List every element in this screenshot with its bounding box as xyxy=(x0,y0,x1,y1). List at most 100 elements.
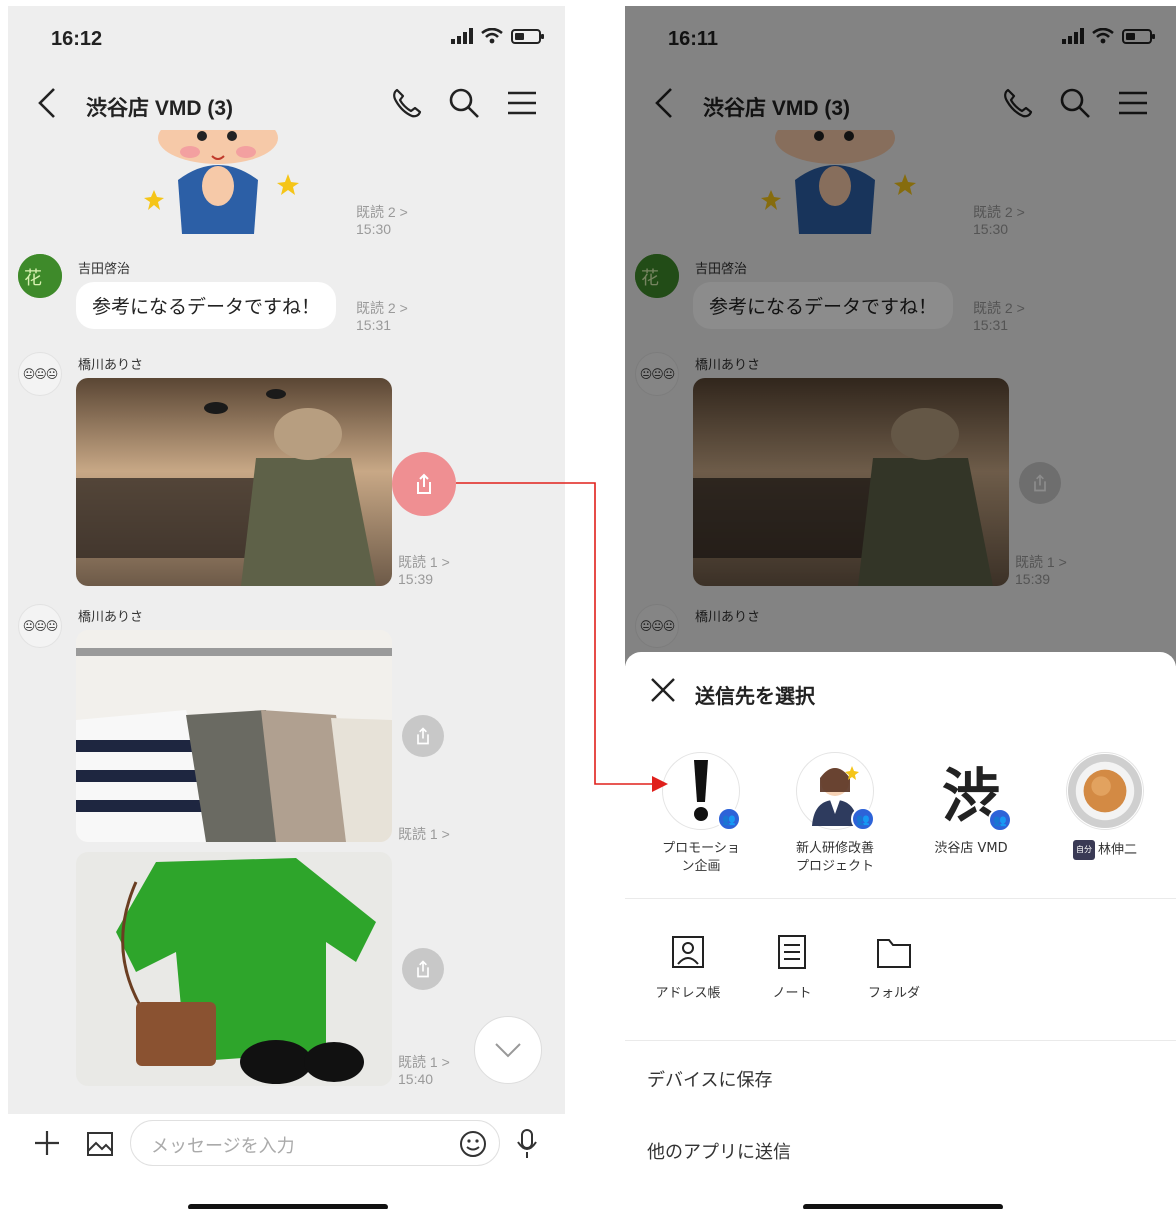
signal-icon xyxy=(451,28,473,44)
read-count[interactable]: 既読 2 > xyxy=(356,204,408,220)
group-badge-icon: 👥 xyxy=(851,807,875,831)
group-badge-icon: 👥 xyxy=(988,808,1012,832)
shop-photo[interactable] xyxy=(76,378,392,586)
read-count[interactable]: 既読 1 > xyxy=(398,1054,450,1070)
plus-icon[interactable] xyxy=(32,1128,62,1158)
option-label: ノート xyxy=(772,986,812,1001)
name-line: プロジェクト xyxy=(795,859,874,874)
contact-name: プロモーショ ン企画 xyxy=(641,840,761,876)
timestamp: 15:39 xyxy=(398,571,434,587)
name-line: プロモーショ xyxy=(662,841,740,856)
option-label: フォルダ xyxy=(867,986,920,1001)
emoji-icon[interactable] xyxy=(459,1130,487,1158)
sticker-read-status[interactable]: 既読 2 >15:30 xyxy=(356,204,408,238)
send-to-other-app-item[interactable]: 他のアプリに送信 xyxy=(647,1138,791,1164)
contact-training[interactable]: 👥 新人研修改善 プロジェクト xyxy=(775,752,895,876)
group-avatar: 渋 👥 xyxy=(932,752,1012,832)
read-count[interactable]: 既読 1 > xyxy=(398,554,450,570)
home-indicator xyxy=(803,1204,1003,1209)
group-avatar: 👥 xyxy=(662,752,741,831)
phone-call-icon[interactable] xyxy=(389,86,423,120)
message-bubble[interactable]: 参考になるデータですね！ xyxy=(76,282,337,329)
sheet-title: 送信先を選択 xyxy=(695,684,815,708)
contact-shibuya-vmd[interactable]: 渋 👥 渋谷店 VMD xyxy=(911,752,1031,858)
sender-name: 橋川ありさ xyxy=(78,610,144,625)
folder-icon xyxy=(877,939,911,968)
status-bar: 16:12 xyxy=(8,6,565,72)
right-phone-screen: 16:11 渋谷店 VMD (3) 既読 2 > 15:30 花 吉田啓治 参考… xyxy=(625,6,1176,1209)
close-icon[interactable] xyxy=(649,676,677,704)
share-icon xyxy=(417,727,429,745)
contact-promotion[interactable]: 👥 プロモーショ ン企画 xyxy=(641,752,761,876)
microphone-icon[interactable] xyxy=(516,1128,538,1160)
wifi-icon xyxy=(481,28,503,44)
group-avatar: 👥 xyxy=(796,752,875,831)
name-line: 新人研修改善 xyxy=(795,841,874,856)
avatar-yoshida[interactable]: 花 xyxy=(18,254,62,298)
photo-read-status[interactable]: 既読 1 >15:40 xyxy=(398,1054,450,1088)
chat-title: 渋谷店 VMD (3) xyxy=(86,97,233,120)
timestamp: 15:30 xyxy=(356,221,392,237)
image-icon[interactable] xyxy=(86,1131,114,1157)
menu-icon[interactable] xyxy=(505,86,539,120)
option-label: アドレス帳 xyxy=(655,986,721,1001)
avatar-hashikawa[interactable]: 😐😐😐 xyxy=(18,604,62,648)
contact-self[interactable]: 自分 林伸二 xyxy=(1045,752,1165,860)
modal-overlay[interactable] xyxy=(625,6,1176,666)
share-icon xyxy=(417,960,429,978)
sender-name: 吉田啓治 xyxy=(78,262,131,277)
share-button-highlighted[interactable] xyxy=(392,452,456,516)
message-input[interactable]: メッセージを入力 xyxy=(130,1120,500,1166)
divider xyxy=(625,1040,1176,1041)
photo-read-status[interactable]: 既読 1 >15:39 xyxy=(398,554,450,588)
name-line: 林伸二 xyxy=(1097,842,1137,858)
photo-read-status[interactable]: 既読 1 > xyxy=(398,826,450,843)
share-button[interactable] xyxy=(402,715,444,757)
save-to-device-item[interactable]: デバイスに保存 xyxy=(647,1066,772,1092)
screen-root: 16:12 渋谷店 VMD (3) 既読 2 > 15:30 花 吉田啓治 参考… xyxy=(0,0,1176,1209)
green-cardigan-photo[interactable] xyxy=(76,852,392,1086)
read-count[interactable]: 既読 1 > xyxy=(398,826,450,842)
status-icons xyxy=(451,28,544,44)
name-line: 渋谷店 VMD xyxy=(934,841,1008,856)
chat-header: 渋谷店 VMD (3) xyxy=(8,72,565,136)
divider xyxy=(625,898,1176,899)
status-time: 16:12 xyxy=(51,28,103,50)
avatar-hashikawa[interactable]: 😐😐😐 xyxy=(18,352,62,396)
exclamation-icon xyxy=(694,760,708,821)
read-count[interactable]: 既読 2 > xyxy=(356,300,408,316)
share-button[interactable] xyxy=(402,948,444,990)
contact-name: 自分 林伸二 xyxy=(1045,840,1165,860)
coffee-cup-icon xyxy=(1067,753,1143,829)
option-folder[interactable]: フォルダ xyxy=(849,934,939,1001)
clothes-rack-photo[interactable] xyxy=(76,630,392,842)
timestamp: 15:31 xyxy=(356,317,392,333)
svg-text:花: 花 xyxy=(24,268,42,289)
sticker-image[interactable] xyxy=(140,130,300,240)
name-line: ン企画 xyxy=(681,859,721,874)
battery-icon xyxy=(511,28,544,44)
message-input-bar: メッセージを入力 xyxy=(8,1114,565,1174)
left-phone-screen: 16:12 渋谷店 VMD (3) 既読 2 > 15:30 花 吉田啓治 参考… xyxy=(8,6,565,1209)
option-note[interactable]: ノート xyxy=(747,934,837,1001)
share-icon xyxy=(417,473,431,494)
option-address-book[interactable]: アドレス帳 xyxy=(643,934,733,1001)
group-badge-icon: 👥 xyxy=(717,807,741,831)
contact-name: 渋谷店 VMD xyxy=(911,840,1031,858)
message-read-status[interactable]: 既読 2 >15:31 xyxy=(356,300,408,334)
address-book-icon xyxy=(672,936,704,968)
header-actions xyxy=(389,86,539,120)
chevron-down-icon xyxy=(495,1043,521,1058)
scroll-to-bottom-button[interactable] xyxy=(474,1016,542,1084)
self-tag: 自分 xyxy=(1072,840,1095,860)
share-target-sheet: 送信先を選択 👥 プロモーション企画 👥 新人研修改善プロジェクト 渋 � xyxy=(625,652,1176,1209)
search-icon[interactable] xyxy=(447,86,481,120)
sender-name: 橋川ありさ xyxy=(78,358,144,373)
back-arrow-icon[interactable] xyxy=(36,86,58,120)
input-placeholder: メッセージを入力 xyxy=(151,1136,295,1157)
note-icon xyxy=(778,935,806,969)
home-indicator xyxy=(188,1204,388,1209)
user-avatar xyxy=(1066,752,1144,830)
contact-name: 新人研修改善 プロジェクト xyxy=(775,840,895,876)
timestamp: 15:40 xyxy=(398,1071,434,1087)
